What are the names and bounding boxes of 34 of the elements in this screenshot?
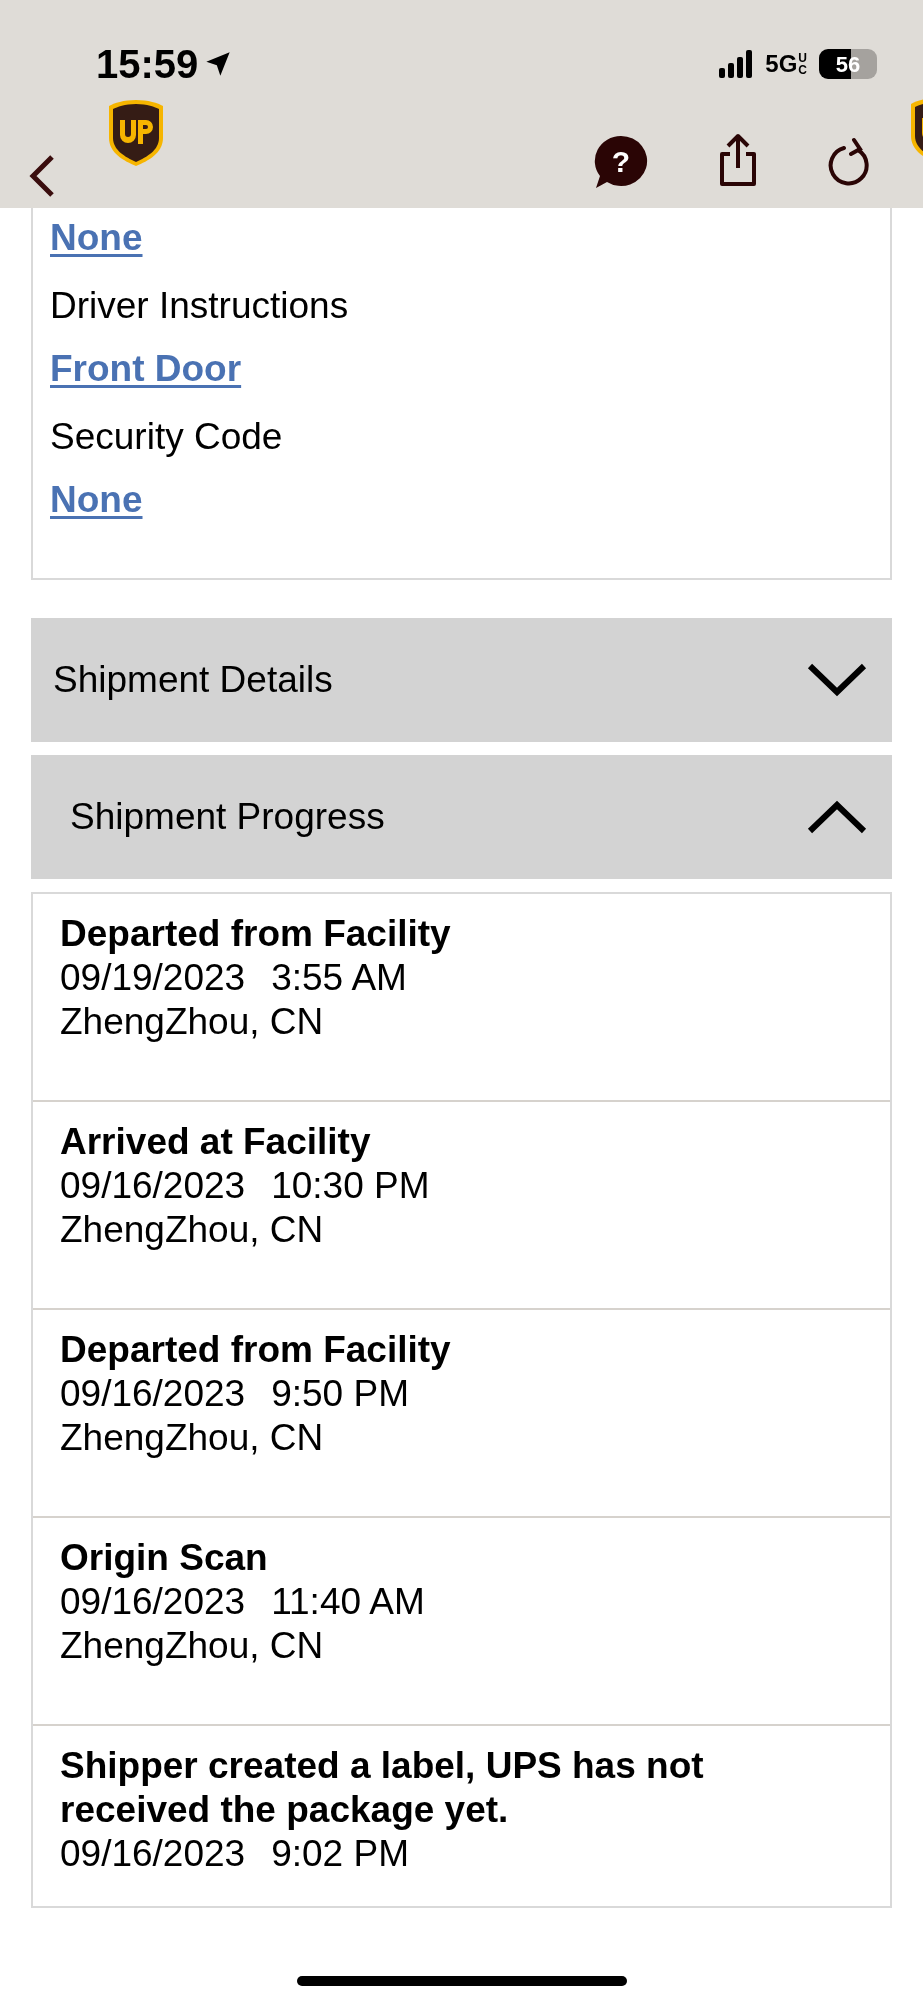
field-label: Security Code	[50, 414, 284, 459]
event-title: Arrived at Facility	[60, 1119, 372, 1164]
event-location: ZhengZhou, CN	[60, 999, 325, 1044]
event-time: 11:40 AM	[271, 1579, 425, 1624]
field-link[interactable]: None	[50, 210, 143, 266]
event-time: 3:55 AM	[271, 955, 407, 1000]
event-time: 10:30 PM	[271, 1163, 430, 1208]
back-icon[interactable]	[28, 154, 56, 198]
field-link[interactable]: Front Door	[50, 341, 242, 397]
event-date: 09/16/2023	[60, 1371, 246, 1416]
location-arrow-icon	[204, 50, 233, 78]
event-location: ZhengZhou, CN	[60, 1623, 325, 1668]
event-date: 09/16/2023	[60, 1831, 246, 1876]
event-title: Origin Scan	[60, 1535, 269, 1580]
expand-icon	[806, 662, 868, 697]
help-icon[interactable]: ?	[592, 134, 650, 190]
event-date: 09/16/2023	[60, 1163, 246, 1208]
event-location: ZhengZhou, CN	[60, 1207, 325, 1252]
event-date: 09/19/2023	[60, 955, 246, 1000]
event-title: Departed from Facility	[60, 911, 452, 956]
section-header[interactable]: Shipment Progress	[31, 754, 892, 879]
event-time: 9:50 PM	[271, 1371, 409, 1416]
event-time: 9:02 PM	[271, 1831, 409, 1876]
event-date: 09/16/2023	[60, 1579, 246, 1624]
section-header[interactable]: Shipment Details	[31, 617, 892, 742]
field-label: Driver Instructions	[50, 283, 350, 328]
collapse-icon	[806, 799, 868, 834]
event-title: Shipper created a label, UPS has not received the package yet.	[60, 1743, 705, 1832]
field-link[interactable]: None	[50, 472, 143, 528]
event-location: ZhengZhou, CN	[60, 1415, 325, 1460]
signal-icon	[719, 50, 754, 78]
event-title: Departed from Facility	[60, 1327, 452, 1372]
shield-logo-icon	[106, 98, 166, 168]
status-time: 15:59	[96, 41, 199, 88]
